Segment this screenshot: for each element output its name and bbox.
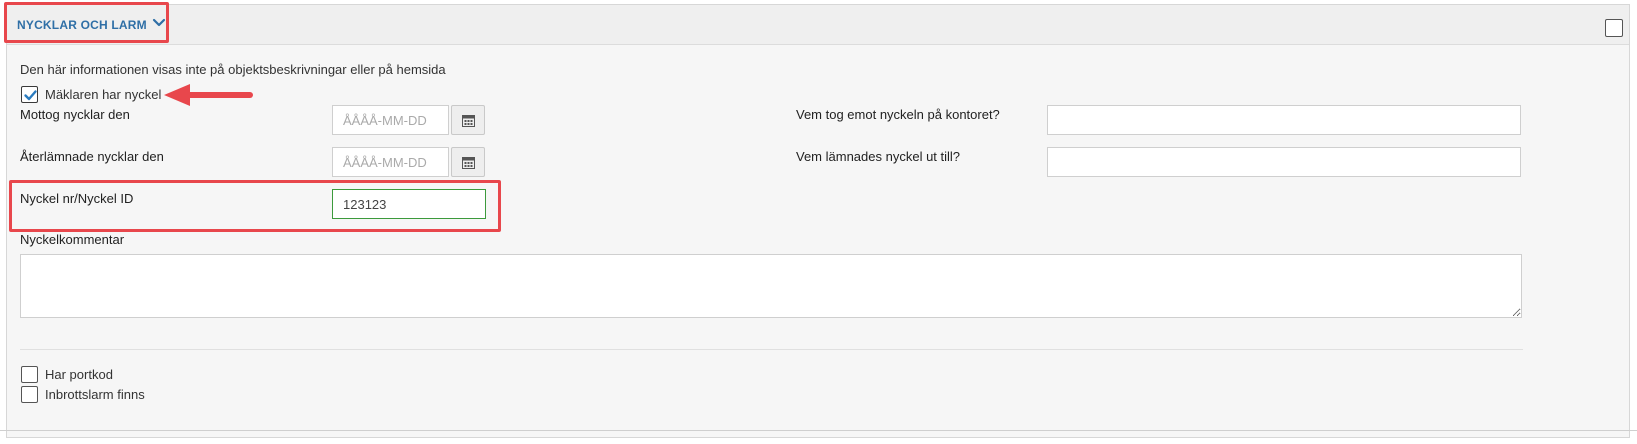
door-code-checkbox[interactable] — [21, 366, 38, 383]
keys-returned-calendar-button[interactable] — [451, 147, 485, 177]
broker-has-key-label: Mäklaren har nyckel — [45, 87, 162, 102]
bottom-divider — [0, 430, 1637, 431]
key-id-label: Nyckel nr/Nyckel ID — [20, 191, 134, 206]
info-text: Den här informationen visas inte på obje… — [20, 62, 446, 77]
calendar-icon — [462, 157, 475, 169]
handed-to-input[interactable] — [1047, 147, 1521, 177]
who-received-label: Vem tog emot nyckeln på kontoret? — [796, 107, 1000, 122]
burglar-alarm-checkbox[interactable] — [21, 386, 38, 403]
handed-to-label: Vem lämnades nyckel ut till? — [796, 149, 961, 164]
key-comment-textarea[interactable] — [20, 254, 1522, 318]
check-icon — [24, 90, 37, 101]
keys-returned-date-input[interactable] — [332, 147, 449, 177]
key-id-input[interactable] — [332, 189, 486, 219]
chevron-down-icon[interactable] — [149, 13, 169, 33]
arrow-left-icon — [164, 84, 253, 106]
door-code-label: Har portkod — [45, 367, 113, 382]
calendar-icon — [462, 115, 475, 127]
panel-header[interactable]: NYCKLAR OCH LARM — [7, 5, 1629, 45]
section-title[interactable]: NYCKLAR OCH LARM — [17, 18, 147, 32]
key-comment-label: Nyckelkommentar — [20, 232, 125, 247]
broker-has-key-checkbox[interactable] — [21, 86, 38, 103]
burglar-alarm-label: Inbrottslarm finns — [45, 387, 145, 402]
section-select-checkbox[interactable] — [1605, 19, 1623, 37]
divider — [20, 349, 1523, 350]
who-received-input[interactable] — [1047, 105, 1521, 135]
keys-received-calendar-button[interactable] — [451, 105, 485, 135]
keys-received-label: Mottog nycklar den — [20, 107, 130, 122]
keys-returned-label: Återlämnade nycklar den — [20, 149, 164, 164]
keys-received-date-input[interactable] — [332, 105, 449, 135]
